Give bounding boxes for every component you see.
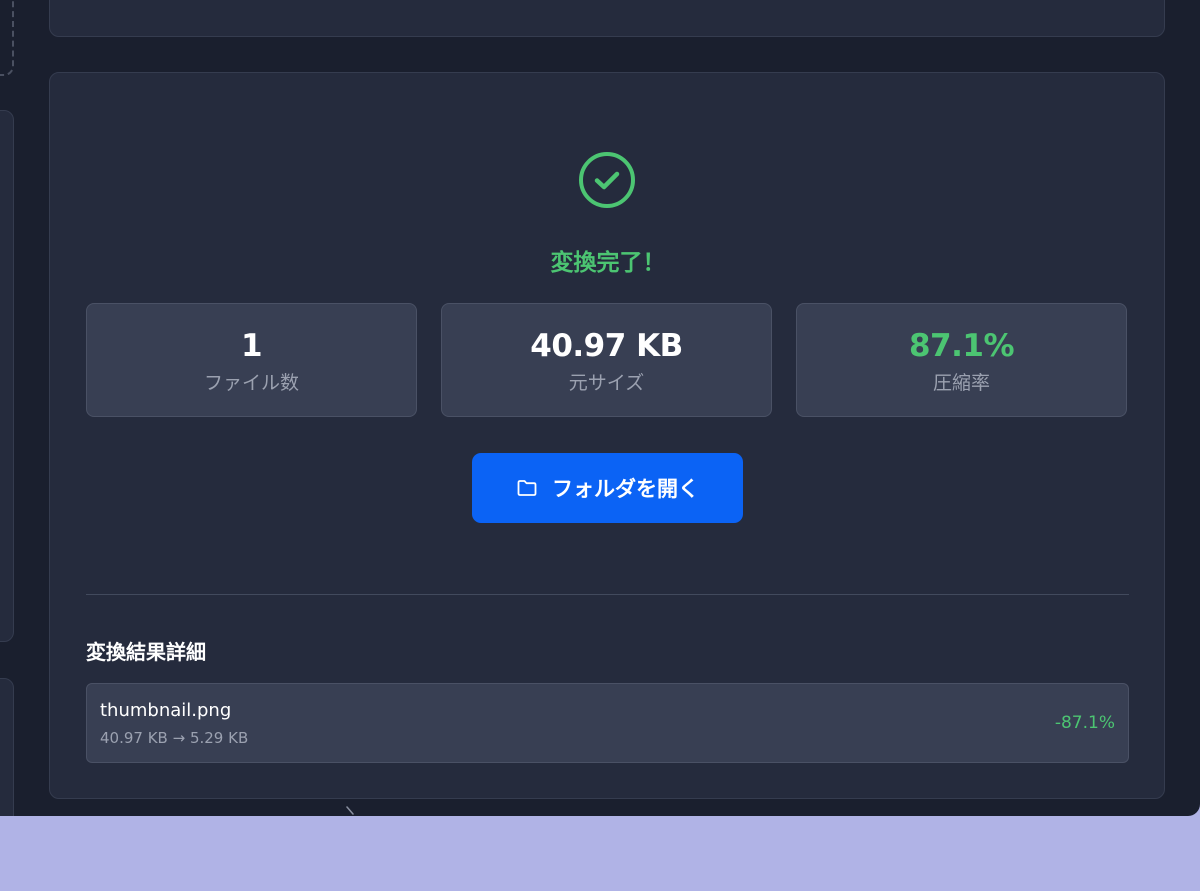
settings-card-edge	[49, 0, 1165, 37]
details-heading: 変換結果詳細	[86, 640, 206, 664]
open-folder-button[interactable]: フォルダを開く	[472, 453, 743, 523]
result-file-row: thumbnail.png 40.97 KB → 5.29 KB -87.1%	[86, 683, 1129, 763]
stat-compression-rate: 87.1% 圧縮率	[796, 303, 1127, 417]
stat-label: 元サイズ	[568, 372, 645, 394]
divider	[86, 594, 1129, 595]
stat-value: 87.1%	[908, 328, 1015, 364]
left-panel-edge-lower	[0, 678, 14, 816]
conversion-complete-title: 変換完了！	[550, 250, 666, 276]
folder-icon	[517, 480, 537, 496]
chevron-icon	[346, 806, 354, 815]
open-folder-label: フォルダを開く	[552, 477, 699, 501]
file-name: thumbnail.png	[100, 700, 232, 721]
check-circle-icon	[579, 152, 635, 208]
left-panel-edge	[0, 110, 14, 642]
stat-value: 1	[240, 328, 263, 364]
file-size-change: 40.97 KB → 5.29 KB	[100, 729, 249, 747]
stat-value: 40.97 KB	[530, 328, 683, 364]
app-window: 変換完了！ 1 ファイル数 40.97 KB 元サイズ 87.1% 圧縮率 フォ…	[0, 0, 1200, 816]
stat-label: ファイル数	[203, 372, 299, 394]
stat-original-size: 40.97 KB 元サイズ	[441, 303, 772, 417]
stat-label: 圧縮率	[932, 372, 990, 394]
conversion-result-card: 変換完了！ 1 ファイル数 40.97 KB 元サイズ 87.1% 圧縮率 フォ…	[49, 72, 1165, 799]
stat-file-count: 1 ファイル数	[86, 303, 417, 417]
drop-zone-edge[interactable]	[0, 0, 14, 76]
file-reduction-percent: -87.1%	[1054, 713, 1115, 733]
